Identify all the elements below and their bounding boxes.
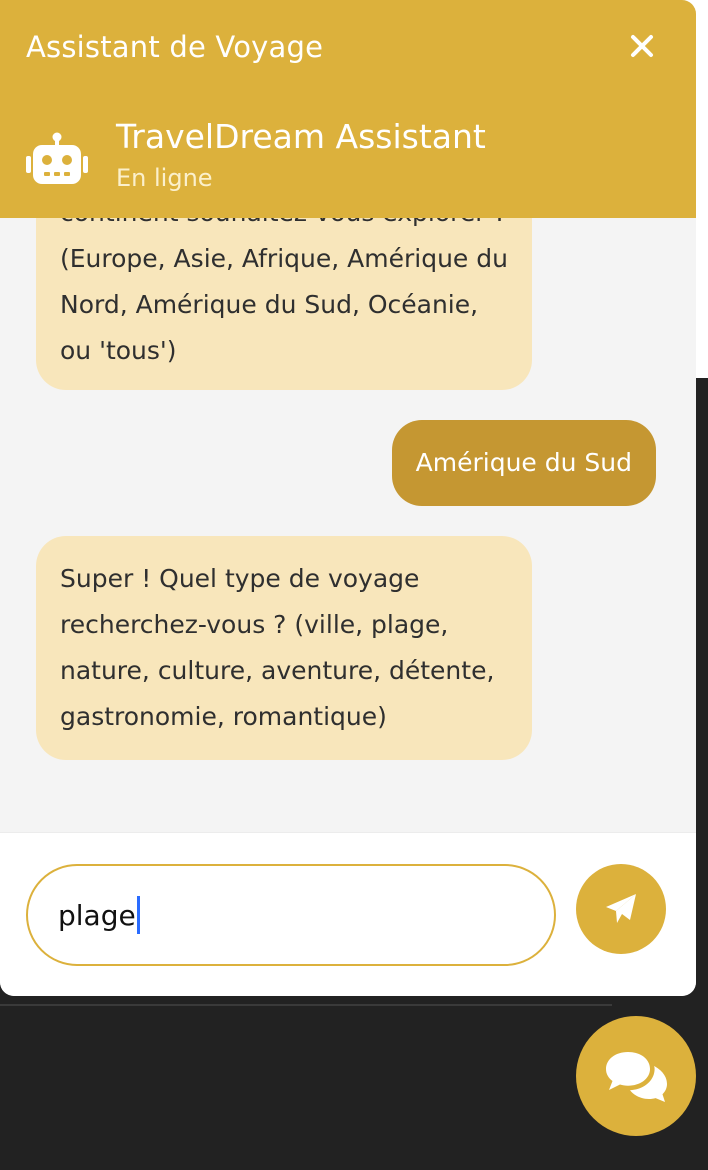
robot-icon: [26, 132, 88, 184]
chat-launcher-button[interactable]: [576, 1016, 696, 1136]
bot-info: TravelDream Assistant En ligne: [26, 116, 666, 196]
user-message: Amérique du Sud: [391, 420, 656, 506]
message-input-value: plage: [58, 898, 136, 932]
chat-title: Assistant de Voyage: [26, 30, 324, 64]
page-divider: [0, 1004, 612, 1006]
paper-plane-icon: [606, 894, 636, 923]
message-input[interactable]: plage: [26, 864, 556, 966]
bot-message: continent souhaitez-vous explorer ? (Eur…: [36, 218, 532, 390]
message-list[interactable]: continent souhaitez-vous explorer ? (Eur…: [0, 218, 696, 832]
send-button[interactable]: [576, 864, 666, 954]
chat-header: Assistant de Voyage TravelDream Assistan…: [0, 0, 696, 218]
close-icon: [631, 35, 653, 57]
bot-status: En ligne: [116, 164, 213, 192]
chat-window: Assistant de Voyage TravelDream Assistan…: [0, 0, 696, 996]
bot-message: Super ! Quel type de voyage recherchez-v…: [36, 536, 532, 760]
text-caret: [136, 896, 140, 934]
chat-bubbles-icon: [606, 1052, 667, 1102]
bot-name: TravelDream Assistant: [116, 117, 486, 156]
message-composer: plage: [0, 832, 696, 996]
close-button[interactable]: [622, 26, 662, 66]
